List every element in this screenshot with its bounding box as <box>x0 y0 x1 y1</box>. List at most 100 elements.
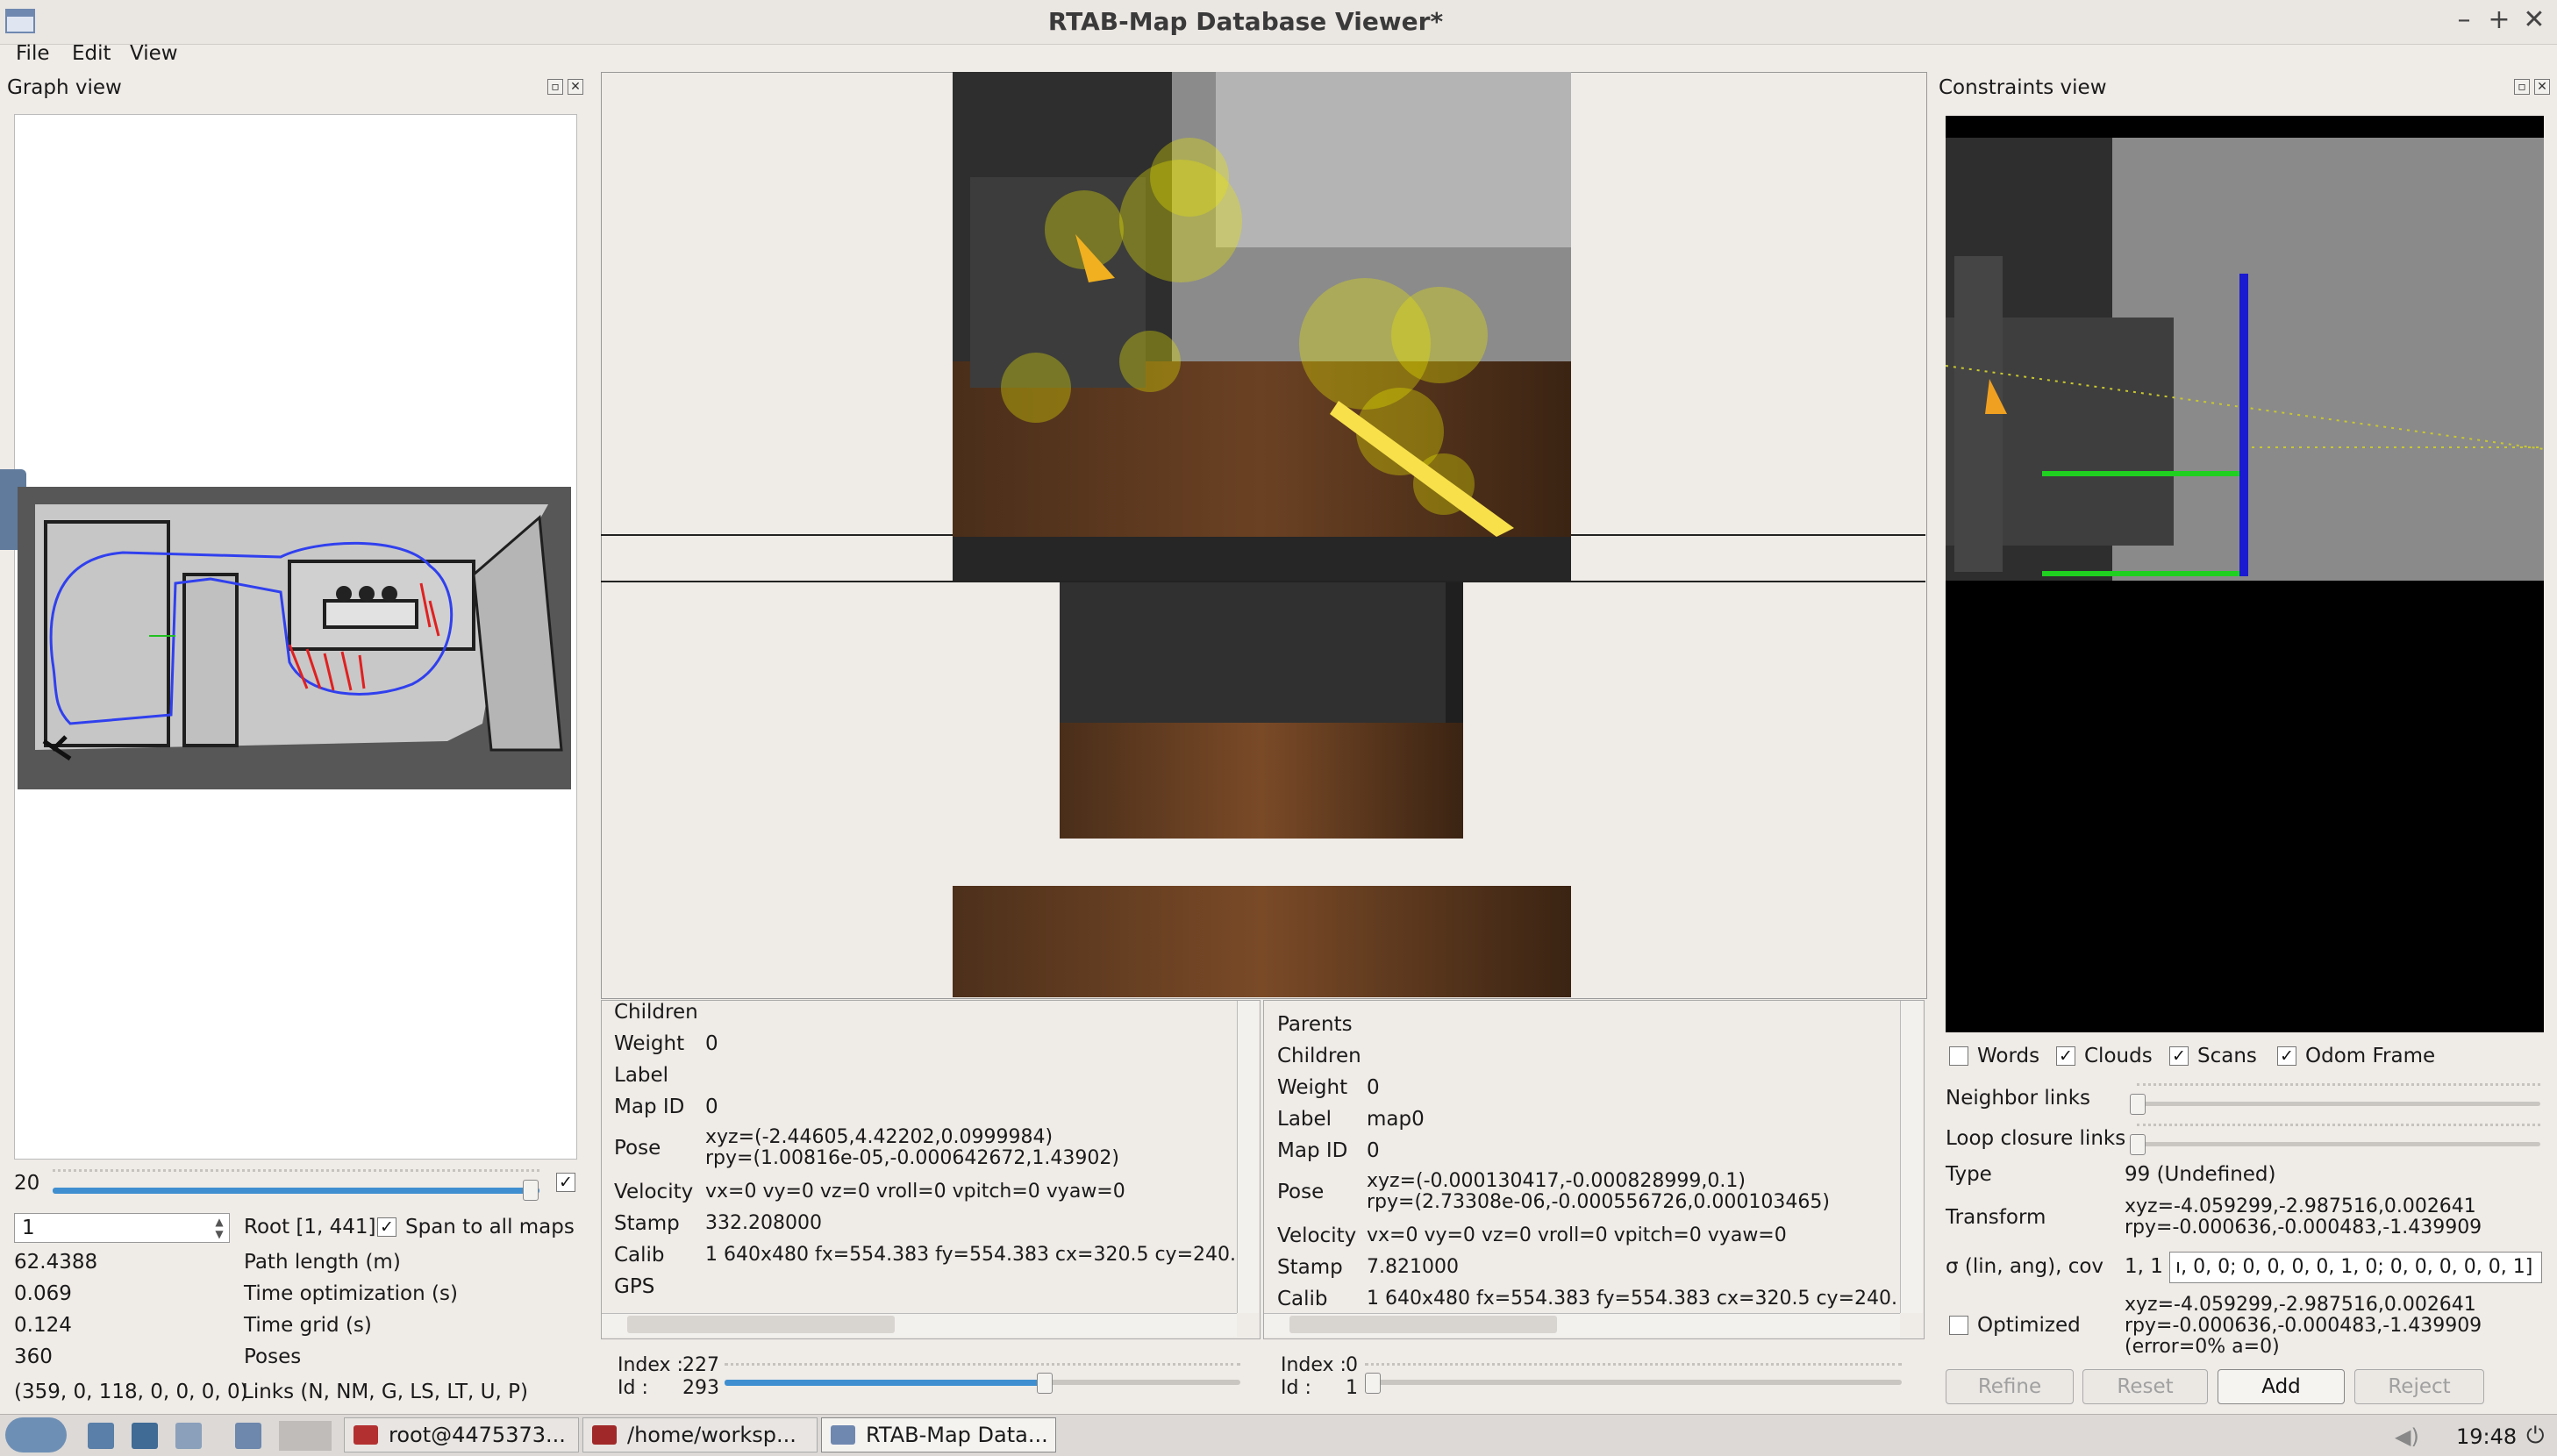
covariance-input[interactable]: ı, 0, 0; 0, 0, 0, 0, 1, 0; 0, 0, 0, 0, 0… <box>2169 1252 2542 1283</box>
info-key: Velocity <box>1277 1224 1357 1247</box>
stat-label: Time optimization (s) <box>244 1282 458 1305</box>
left-id-value: 293 <box>682 1377 719 1399</box>
menu-file[interactable]: File <box>16 42 50 65</box>
sigma-prefix: 1, 1 <box>2125 1255 2163 1278</box>
optimized-checkbox[interactable] <box>1949 1316 1968 1335</box>
constraints-view-float-icon[interactable]: ▫ <box>2514 79 2530 95</box>
reset-button[interactable]: Reset <box>2082 1369 2208 1404</box>
spinbox-arrows-icon[interactable]: ▲ ▼ <box>211 1216 227 1240</box>
info-value: 1 640x480 fx=554.383 fy=554.383 cx=320.5… <box>705 1244 1235 1266</box>
graph-slider-checkbox[interactable]: ✓ <box>556 1173 575 1192</box>
info-key: Calib <box>1277 1288 1328 1310</box>
stat-value: 0.124 <box>14 1314 72 1337</box>
span-all-maps-checkbox[interactable]: ✓ <box>377 1217 396 1237</box>
left-info-hscroll-thumb[interactable] <box>627 1316 895 1333</box>
graph-slider-handle[interactable] <box>523 1180 539 1201</box>
clouds-label: Clouds <box>2084 1045 2153 1067</box>
graph-slider-value: 20 <box>14 1172 40 1195</box>
window-title: RTAB-Map Database Viewer* <box>1047 7 1444 36</box>
info-value: rpy=(1.00816e-05,-0.000642672,1.43902) <box>705 1147 1119 1169</box>
left-index-slider-handle[interactable] <box>1036 1373 1053 1394</box>
stat-label: Links (N, NM, G, LS, LT, U, P) <box>242 1381 528 1403</box>
loop-links-ticks <box>2137 1124 2540 1130</box>
right-index-slider[interactable] <box>1365 1380 1902 1385</box>
right-index-slider-handle[interactable] <box>1365 1373 1381 1394</box>
info-value: map0 <box>1367 1108 1425 1131</box>
graph-view-close-icon[interactable]: ✕ <box>568 79 583 95</box>
workspace-switcher[interactable] <box>279 1421 332 1451</box>
info-value: rpy=(2.73308e-06,-0.000556726,0.00010346… <box>1367 1191 1830 1213</box>
constraints-view-close-icon[interactable]: ✕ <box>2534 79 2550 95</box>
info-value: 0 <box>1367 1139 1380 1162</box>
camera-image-bottom <box>953 886 1571 997</box>
info-value: 332.208000 <box>705 1212 822 1234</box>
left-id-label: Id : <box>618 1377 648 1399</box>
loop-links-slider[interactable] <box>2137 1142 2540 1146</box>
minimize-button[interactable]: – <box>2447 4 2481 35</box>
taskbar-item-label: RTAB-Map Data... <box>866 1423 1048 1447</box>
window-icon[interactable] <box>175 1423 202 1449</box>
info-key: Children <box>614 1001 698 1024</box>
right-index-ticks <box>1365 1363 1902 1369</box>
clouds-checkbox[interactable]: ✓ <box>2056 1046 2075 1066</box>
info-value: 0 <box>705 1032 718 1055</box>
camera-image-mid <box>1060 582 1463 839</box>
taskbar-item-terminal-root[interactable]: root@4475373... <box>344 1417 579 1452</box>
info-value: 0 <box>705 1096 718 1118</box>
covariance-value: ı, 0, 0; 0, 0, 0, 0, 1, 0; 0, 0, 0, 0, 0… <box>2175 1256 2533 1278</box>
constraints-3d-view[interactable] <box>1946 116 2544 1032</box>
transform-rpy: rpy=-0.000636,-0.000483,-1.439909 <box>2125 1217 2482 1238</box>
menu-edit[interactable]: Edit <box>72 42 111 65</box>
info-key: Calib <box>614 1244 665 1267</box>
info-key: Velocity <box>614 1181 694 1203</box>
graph-view-float-icon[interactable]: ▫ <box>547 79 563 95</box>
root-label: Root [1, 441] <box>244 1216 376 1238</box>
info-key: GPS <box>614 1275 655 1298</box>
refine-button[interactable]: Refine <box>1946 1369 2074 1404</box>
left-index-label: Index : <box>618 1354 683 1376</box>
right-id-value: 1 <box>1346 1377 1358 1399</box>
right-info-vscrollbar[interactable] <box>1900 1001 1923 1313</box>
info-key: Label <box>614 1064 669 1087</box>
neighbor-links-label: Neighbor links <box>1946 1087 2091 1110</box>
right-id-label: Id : <box>1281 1377 1311 1399</box>
root-spinbox-value: 1 <box>22 1217 35 1239</box>
menu-view[interactable]: View <box>130 42 178 65</box>
volume-icon[interactable]: ◀) <box>2395 1424 2419 1449</box>
taskbar-item-terminal-home[interactable]: /home/worksp... <box>582 1417 818 1452</box>
info-value: 7.821000 <box>1367 1256 1459 1278</box>
info-key: Children <box>1277 1045 1361 1067</box>
odom-frame-checkbox[interactable]: ✓ <box>2277 1046 2296 1066</box>
graph-slider-ticks <box>53 1169 539 1175</box>
power-icon[interactable]: ⏻ <box>2526 1423 2545 1450</box>
root-spinbox[interactable]: 1 ▲ ▼ <box>14 1213 230 1243</box>
settings-icon[interactable] <box>132 1423 158 1449</box>
right-info-hscroll-thumb[interactable] <box>1289 1316 1557 1333</box>
left-index-value: 227 <box>682 1354 719 1376</box>
rtabmap-app-icon <box>831 1425 855 1445</box>
scans-checkbox[interactable]: ✓ <box>2169 1046 2189 1066</box>
left-info-vscrollbar[interactable] <box>1237 1001 1259 1313</box>
maximize-button[interactable]: + <box>2482 4 2516 35</box>
occupancy-grid-map <box>18 487 571 789</box>
neighbor-links-slider[interactable] <box>2137 1102 2540 1106</box>
info-key: Map ID <box>1277 1139 1348 1162</box>
loop-links-handle[interactable] <box>2130 1134 2146 1155</box>
words-label: Words <box>1977 1045 2040 1067</box>
reject-button[interactable]: Reject <box>2354 1369 2484 1404</box>
close-button[interactable]: ✕ <box>2518 4 2551 35</box>
sigma-label: σ (lin, ang), cov <box>1946 1255 2104 1278</box>
start-menu-icon[interactable] <box>5 1417 67 1452</box>
file-manager-icon[interactable] <box>88 1423 114 1449</box>
type-label: Type <box>1946 1163 1992 1186</box>
stat-value: 0.069 <box>14 1282 72 1305</box>
taskbar-item-rtabmap[interactable]: RTAB-Map Data... <box>821 1417 1056 1452</box>
info-value: vx=0 vy=0 vz=0 vroll=0 vpitch=0 vyaw=0 <box>705 1181 1125 1203</box>
add-button[interactable]: Add <box>2218 1369 2345 1404</box>
words-checkbox[interactable] <box>1949 1046 1968 1066</box>
info-value: vx=0 vy=0 vz=0 vroll=0 vpitch=0 vyaw=0 <box>1367 1224 1787 1246</box>
info-key: Parents <box>1277 1013 1353 1036</box>
graph-slider-track[interactable] <box>53 1188 539 1194</box>
neighbor-links-handle[interactable] <box>2130 1094 2146 1115</box>
desktop-icon[interactable] <box>235 1423 261 1449</box>
